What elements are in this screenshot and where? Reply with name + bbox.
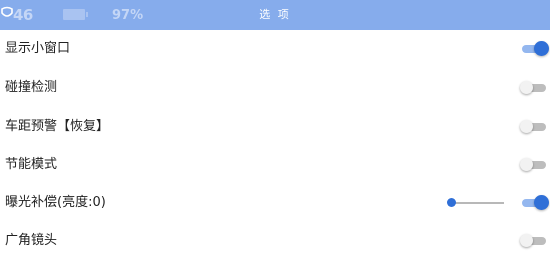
collision-detection-toggle[interactable] [520,79,550,97]
toggle-knob [534,195,549,210]
setting-row-distance-warning: 车距预警【恢复】 [0,108,550,146]
setting-label: 显示小窗口 [5,41,71,56]
setting-row-exposure-compensation: 曝光补偿(亮度:0) [0,184,550,222]
setting-label: 广角镜头 [5,233,58,248]
title-bar: 46 97% 选 项 [0,0,550,30]
toggle-knob [520,120,533,133]
toggle-knob [520,158,533,171]
distance-warning-toggle[interactable] [520,118,550,136]
slider-thumb[interactable] [447,198,456,207]
page-title: 选 项 [259,8,291,21]
power-saving-toggle[interactable] [520,156,550,174]
wide-angle-lens-toggle[interactable] [520,232,550,250]
toggle-knob [534,41,549,56]
toggle-knob [520,234,533,247]
brightness-slider[interactable] [447,198,504,208]
setting-label: 节能模式 [5,157,58,172]
setting-label: 车距预警【恢复】 [5,119,110,134]
setting-row-show-small-window: 显示小窗口 [0,30,550,68]
toggle-knob [520,81,533,94]
setting-row-wide-angle-lens: 广角镜头 [0,222,550,260]
setting-row-power-saving: 节能模式 [0,146,550,184]
setting-label: 碰撞检测 [5,80,58,95]
exposure-compensation-toggle[interactable] [520,194,550,212]
slider-track [450,202,504,204]
setting-row-collision-detection: 碰撞检测 [0,69,550,107]
setting-label: 曝光补偿(亮度:0) [5,195,106,210]
show-small-window-toggle[interactable] [520,40,550,58]
